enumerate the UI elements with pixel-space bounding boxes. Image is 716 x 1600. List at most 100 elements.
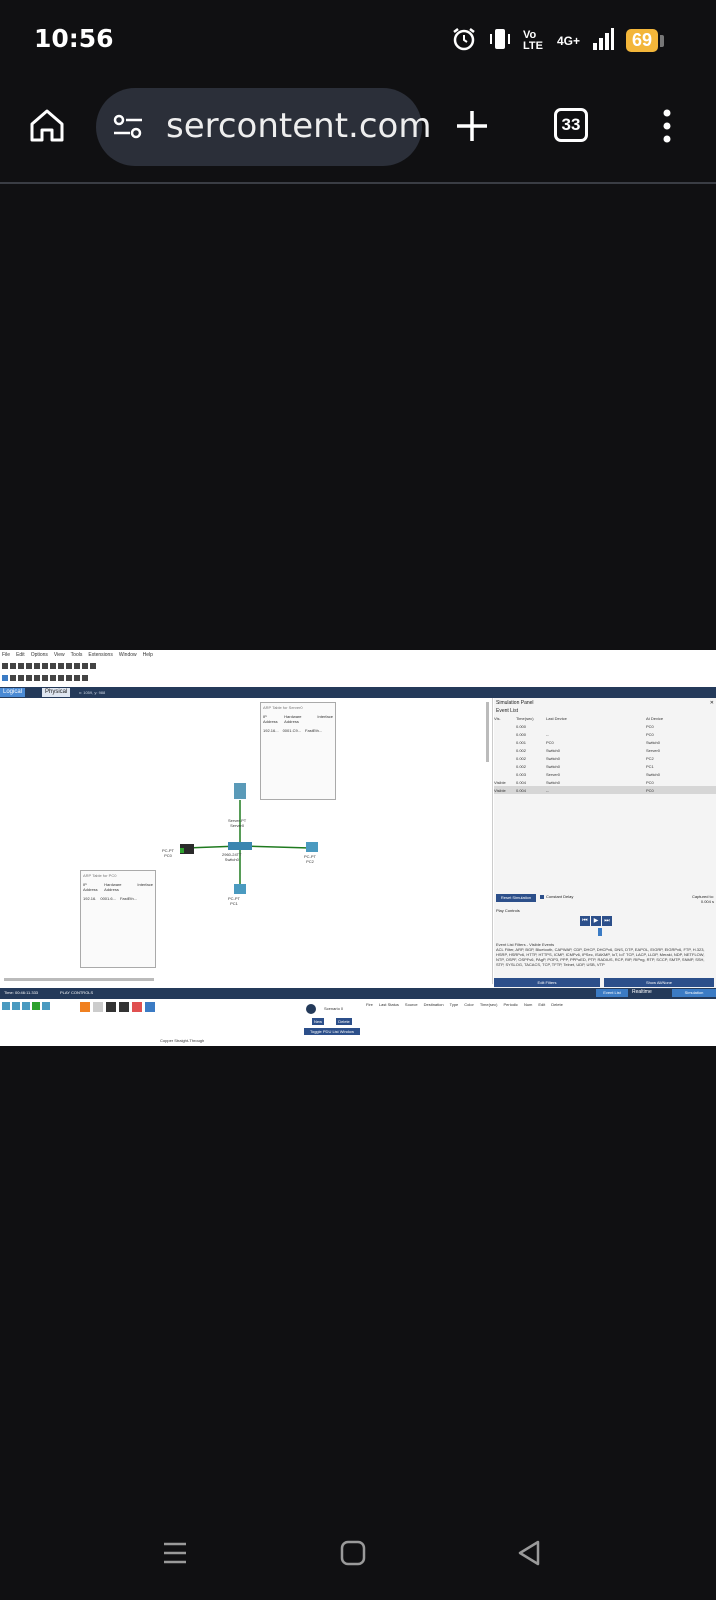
- event-cell: PC0: [546, 739, 554, 745]
- cable-label: Copper Straight-Through: [160, 1038, 205, 1043]
- step-back-button[interactable]: ⏮: [580, 916, 590, 926]
- redo-icon[interactable]: [66, 663, 72, 669]
- event-cell: PC0: [646, 787, 654, 793]
- event-row[interactable]: 0.002 Switch0 PC2: [494, 754, 716, 762]
- play-button[interactable]: ▶: [591, 916, 601, 926]
- line-icon[interactable]: [42, 675, 48, 681]
- tab-switcher-button[interactable]: 33: [554, 108, 588, 142]
- routers-icon[interactable]: [2, 1002, 10, 1010]
- straight-cable-icon[interactable]: [106, 1002, 116, 1012]
- end-devices-icon[interactable]: [42, 1002, 50, 1010]
- event-row[interactable]: Visible 0.004 -- PC0: [494, 786, 716, 794]
- site-settings-icon[interactable]: [112, 112, 144, 147]
- menu-extensions[interactable]: Extensions: [88, 652, 112, 658]
- constant-delay-checkbox[interactable]: [540, 894, 544, 899]
- menu-edit[interactable]: Edit: [16, 652, 25, 658]
- menu-view[interactable]: View: [54, 652, 65, 658]
- hubs-icon[interactable]: [22, 1002, 30, 1010]
- home-icon[interactable]: [28, 106, 66, 149]
- ellipse-icon[interactable]: [58, 675, 64, 681]
- add-pdu-icon[interactable]: [74, 675, 80, 681]
- pdu-list-header: Fire Last Status Source Destination Type Colo…: [366, 1002, 563, 1007]
- freeform-icon[interactable]: [66, 675, 72, 681]
- fiber-cable-icon[interactable]: [145, 1002, 155, 1012]
- url-text[interactable]: sercontent.com: [166, 106, 431, 146]
- new-icon[interactable]: [2, 663, 8, 669]
- home-nav-button[interactable]: [340, 1540, 366, 1566]
- rect-icon[interactable]: [50, 675, 56, 681]
- palette-icon[interactable]: [90, 663, 96, 669]
- event-cell: Server0: [646, 747, 661, 753]
- event-list-toggle[interactable]: Event List: [596, 989, 628, 997]
- inspect-icon[interactable]: [10, 675, 16, 681]
- zoom-out-icon[interactable]: [82, 663, 88, 669]
- menu-help[interactable]: Help: [143, 652, 153, 658]
- paste-icon[interactable]: [50, 663, 56, 669]
- arp-cell: 0001.6...: [100, 896, 116, 901]
- undo-icon[interactable]: [58, 663, 64, 669]
- tab-logical[interactable]: Logical: [0, 688, 26, 697]
- menu-tools[interactable]: Tools: [71, 652, 83, 658]
- serial-cable-icon[interactable]: [132, 1002, 142, 1012]
- pdu-header-cell: Time(sec): [479, 1002, 498, 1007]
- toggle-pdu-list-button[interactable]: Toggle PDU List Window: [304, 1028, 360, 1035]
- event-row[interactable]: 0.002 Switch0 Server0: [494, 746, 716, 754]
- back-button[interactable]: [516, 1540, 542, 1566]
- delete-icon[interactable]: [18, 675, 24, 681]
- menu-options[interactable]: Options: [31, 652, 48, 658]
- new-tab-icon[interactable]: [454, 108, 490, 149]
- new-scenario-button[interactable]: New: [312, 1018, 324, 1025]
- event-row[interactable]: 0.002 Switch0 PC1: [494, 762, 716, 770]
- captured-to-value: 0.004 s: [700, 899, 714, 904]
- scenario-select[interactable]: Scenario 0: [324, 1006, 343, 1011]
- select-icon[interactable]: [2, 675, 8, 681]
- step-forward-button[interactable]: ⏭: [602, 916, 612, 926]
- activity-icon[interactable]: [34, 663, 40, 669]
- menu-window[interactable]: Window: [119, 652, 137, 658]
- switch0-label: 2960-24TT Switch0: [222, 852, 242, 862]
- event-row[interactable]: 0.001 PC0 Switch0: [494, 738, 716, 746]
- copy-icon[interactable]: [42, 663, 48, 669]
- complex-pdu-icon[interactable]: [82, 675, 88, 681]
- event-row[interactable]: 0.003 Server0 Switch0: [494, 770, 716, 778]
- print-icon[interactable]: [26, 663, 32, 669]
- realtime-tab[interactable]: Realtime: [632, 989, 652, 995]
- topology-canvas[interactable]: Server-PT Server0 2960-24TT Switch0 PC-P…: [0, 698, 493, 984]
- auto-cable-icon[interactable]: [80, 1002, 90, 1012]
- crossover-cable-icon[interactable]: [119, 1002, 129, 1012]
- switches-icon[interactable]: [12, 1002, 20, 1010]
- arp-header-iface: Interface: [137, 882, 153, 887]
- recents-button[interactable]: [162, 1540, 188, 1566]
- delete-scenario-button[interactable]: Delete: [336, 1018, 352, 1025]
- reset-simulation-button[interactable]: Reset Simulation: [496, 894, 536, 902]
- show-all-none-button[interactable]: Show All/None: [604, 978, 714, 987]
- speed-slider[interactable]: [598, 928, 602, 936]
- sim-close-icon[interactable]: ✕: [710, 700, 714, 706]
- resize-icon[interactable]: [26, 675, 32, 681]
- event-row[interactable]: 0.000 PC0: [494, 722, 716, 730]
- event-row[interactable]: 0.000 -- PC0: [494, 730, 716, 738]
- arp-table-server0[interactable]: ARP Table for Server0 IP Address Hardwar…: [260, 702, 336, 800]
- arp-table-pc0[interactable]: ARP Table for PC0 IP Address Hardware Ad…: [80, 870, 156, 968]
- edit-filters-button[interactable]: Edit Filters: [494, 978, 600, 987]
- status-time: 10:56: [34, 24, 114, 53]
- connections-icon[interactable]: [32, 1002, 40, 1010]
- open-icon[interactable]: [10, 663, 16, 669]
- vibrate-icon: [489, 26, 511, 55]
- event-row[interactable]: Visible 0.004 Switch0 PC0: [494, 778, 716, 786]
- console-cable-icon[interactable]: [93, 1002, 103, 1012]
- more-menu-icon[interactable]: [661, 108, 673, 149]
- canvas-hscrollbar[interactable]: [4, 978, 154, 981]
- arp-header-iface: Interface: [317, 714, 333, 719]
- tab-physical[interactable]: Physical: [42, 688, 71, 697]
- note-icon[interactable]: [34, 675, 40, 681]
- play-controls-bottom: PLAY CONTROLS: [60, 990, 94, 995]
- save-icon[interactable]: [18, 663, 24, 669]
- menu-file[interactable]: File: [2, 652, 10, 658]
- canvas-vscrollbar[interactable]: [486, 702, 489, 762]
- pdu-envelope-icon: [180, 848, 184, 853]
- switch-icon: [228, 842, 252, 850]
- zoom-in-icon[interactable]: [74, 663, 80, 669]
- status-icons: Vo LTE 4G+ 69: [451, 26, 664, 55]
- simulation-tab[interactable]: Simulation: [672, 989, 716, 997]
